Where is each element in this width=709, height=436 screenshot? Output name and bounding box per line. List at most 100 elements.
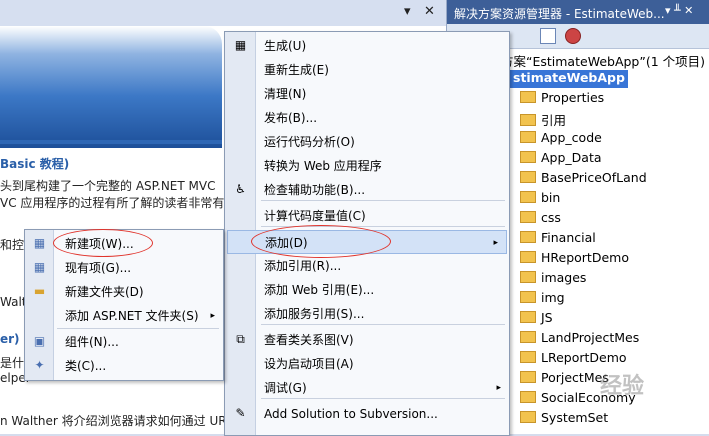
tree-item[interactable]: App_code [520, 130, 602, 148]
menu-item-label: 发布(B)... [264, 111, 318, 125]
menu-item[interactable]: ♿ 检查辅助功能(B)... [225, 178, 509, 202]
folder-icon [520, 114, 536, 126]
submenu-item[interactable]: ▬ 新建文件夹(D) [25, 280, 223, 304]
menu-item-label: 添加 Web 引用(E)... [264, 283, 375, 297]
pin-icon[interactable]: ▾ ╨ ✕ [665, 4, 693, 17]
tree-item[interactable]: Financial [520, 230, 596, 248]
tree-item[interactable]: LandProjectMes [520, 330, 639, 348]
menu-item[interactable]: ⧉ 查看类关系图(V) [225, 328, 509, 352]
submenu-item-label: 现有项(G)... [65, 261, 132, 275]
new-item-icon: ▦ [33, 236, 46, 250]
tree-item[interactable]: Properties [520, 90, 604, 108]
tree-item[interactable]: images [520, 270, 586, 288]
new-folder-icon: ▬ [33, 284, 46, 298]
close-icon[interactable]: ✕ [424, 4, 435, 19]
folder-icon [520, 291, 536, 303]
submenu-item[interactable]: 添加 ASP.NET 文件夹(S) ▸ [25, 304, 223, 328]
folder-icon [520, 391, 536, 403]
class-view-icon[interactable] [540, 28, 556, 44]
menu-item-label: 查看类关系图(V) [264, 333, 354, 347]
tree-item-label: PorjectMes [541, 370, 609, 385]
tree-item[interactable]: bin [520, 190, 560, 208]
annotation-circle-add [251, 225, 391, 258]
doc-text-line: 头到尾构建了一个完整的 ASP.NET MVC [0, 179, 216, 193]
menu-item-label: 生成(U) [264, 39, 307, 53]
tree-item-label: bin [541, 190, 561, 205]
tree-item[interactable]: BasePriceOfLand [520, 170, 647, 188]
tree-item-label: LandProjectMes [541, 330, 640, 345]
document-banner [0, 26, 222, 148]
submenu-item-label: 新建文件夹(D) [65, 285, 144, 299]
folder-icon [520, 191, 536, 203]
properties-icon[interactable] [565, 28, 581, 44]
folder-icon [520, 171, 536, 183]
menu-item[interactable]: 计算代码度量值(C) [225, 204, 509, 228]
watermark: 经验 [600, 374, 645, 399]
submenu-item[interactable]: ▦ 现有项(G)... [25, 256, 223, 280]
submenu-item[interactable]: ▣ 组件(N)... [25, 330, 223, 354]
project-node[interactable]: stimateWebApp [510, 70, 628, 88]
menu-item[interactable]: 运行代码分析(O) [225, 130, 509, 154]
menu-item-label: Add Solution to Subversion... [264, 407, 438, 421]
tree-item-label: JS [541, 310, 553, 325]
tree-item-label: App_Data [541, 150, 602, 165]
menu-item-label: 运行代码分析(O) [264, 135, 355, 149]
tree-item-label: App_code [541, 130, 602, 145]
menu-item-label: 检查辅助功能(B)... [264, 183, 366, 197]
menu-item-label: 调试(G) [264, 381, 307, 395]
submenu-item-label: 组件(N)... [65, 335, 119, 349]
menu-item[interactable]: 发布(B)... [225, 106, 509, 130]
folder-icon [520, 411, 536, 423]
tree-item-label: LReportDemo [541, 350, 627, 365]
submenu-arrow-icon: ▸ [210, 311, 215, 321]
tree-item[interactable]: css [520, 210, 561, 228]
tree-item[interactable]: HReportDemo [520, 250, 629, 268]
folder-icon [520, 211, 536, 223]
folder-icon [520, 151, 536, 163]
tree-item-label: SystemSet [541, 410, 609, 425]
tree-item-label: images [541, 270, 587, 285]
menu-item[interactable]: 调试(G) ▸ [225, 376, 509, 400]
tree-item[interactable]: LReportDemo [520, 350, 627, 368]
solution-explorer-titlebar: 解决方案资源管理器 - EstimateWeb... ▾ ╨ ✕ [447, 0, 709, 24]
tree-item[interactable]: PorjectMes [520, 370, 609, 388]
menu-item[interactable]: 设为启动项目(A) [225, 352, 509, 376]
menu-item-label: 清理(N) [264, 87, 307, 101]
solution-explorer-title: 解决方案资源管理器 - EstimateWeb... [454, 7, 665, 21]
menu-item[interactable]: 添加服务引用(S)... [225, 302, 509, 326]
tree-item[interactable]: 引用 [520, 110, 566, 128]
dropdown-icon[interactable]: ▾ [404, 4, 411, 19]
folder-icon [520, 251, 536, 263]
menu-separator [57, 328, 219, 329]
menu-item[interactable]: 清理(N) [225, 82, 509, 106]
folder-icon [520, 371, 536, 383]
menu-item[interactable]: 重新生成(E) [225, 58, 509, 82]
tree-item[interactable]: SystemSet [520, 410, 608, 428]
menu-item[interactable]: ✎ Add Solution to Subversion... [225, 402, 509, 426]
tree-item[interactable]: img [520, 290, 565, 308]
folder-icon [520, 91, 536, 103]
tree-item[interactable]: App_Data [520, 150, 602, 168]
menu-item-label: 设为启动项目(A) [264, 357, 354, 371]
menu-item[interactable]: ▦ 生成(U) [225, 34, 509, 58]
menu-item[interactable]: 转换为 Web 应用程序 [225, 154, 509, 178]
tree-item[interactable]: JS [520, 310, 553, 328]
submenu-item-label: 添加 ASP.NET 文件夹(S) [65, 309, 199, 323]
menu-item[interactable]: 添加 Web 引用(E)... [225, 278, 509, 302]
menu-item-label: 转换为 Web 应用程序 [264, 159, 382, 173]
doc-text-line: Walt [0, 295, 27, 309]
tree-item-label: BasePriceOfLand [541, 170, 647, 185]
class-icon: ✦ [34, 358, 45, 372]
menu-item-label: 添加服务引用(S)... [264, 307, 365, 321]
existing-item-icon: ▦ [33, 260, 46, 274]
menu-item-label: 重新生成(E) [264, 63, 329, 77]
doc-heading: er) [0, 332, 20, 346]
submenu-item[interactable]: ✦ 类(C)... [25, 354, 223, 378]
document-titlebar: ▾ ✕ [0, 0, 446, 26]
tree-item-label: 引用 [541, 113, 567, 128]
banner-divider [0, 140, 222, 144]
doc-text-line: 和控 [0, 238, 25, 252]
solution-node[interactable]: 方案“EstimateWebApp”(1 个项目) [501, 51, 705, 69]
menu-item[interactable]: 添加引用(R)... [225, 254, 509, 278]
class-diagram-icon: ⧉ [236, 332, 245, 346]
